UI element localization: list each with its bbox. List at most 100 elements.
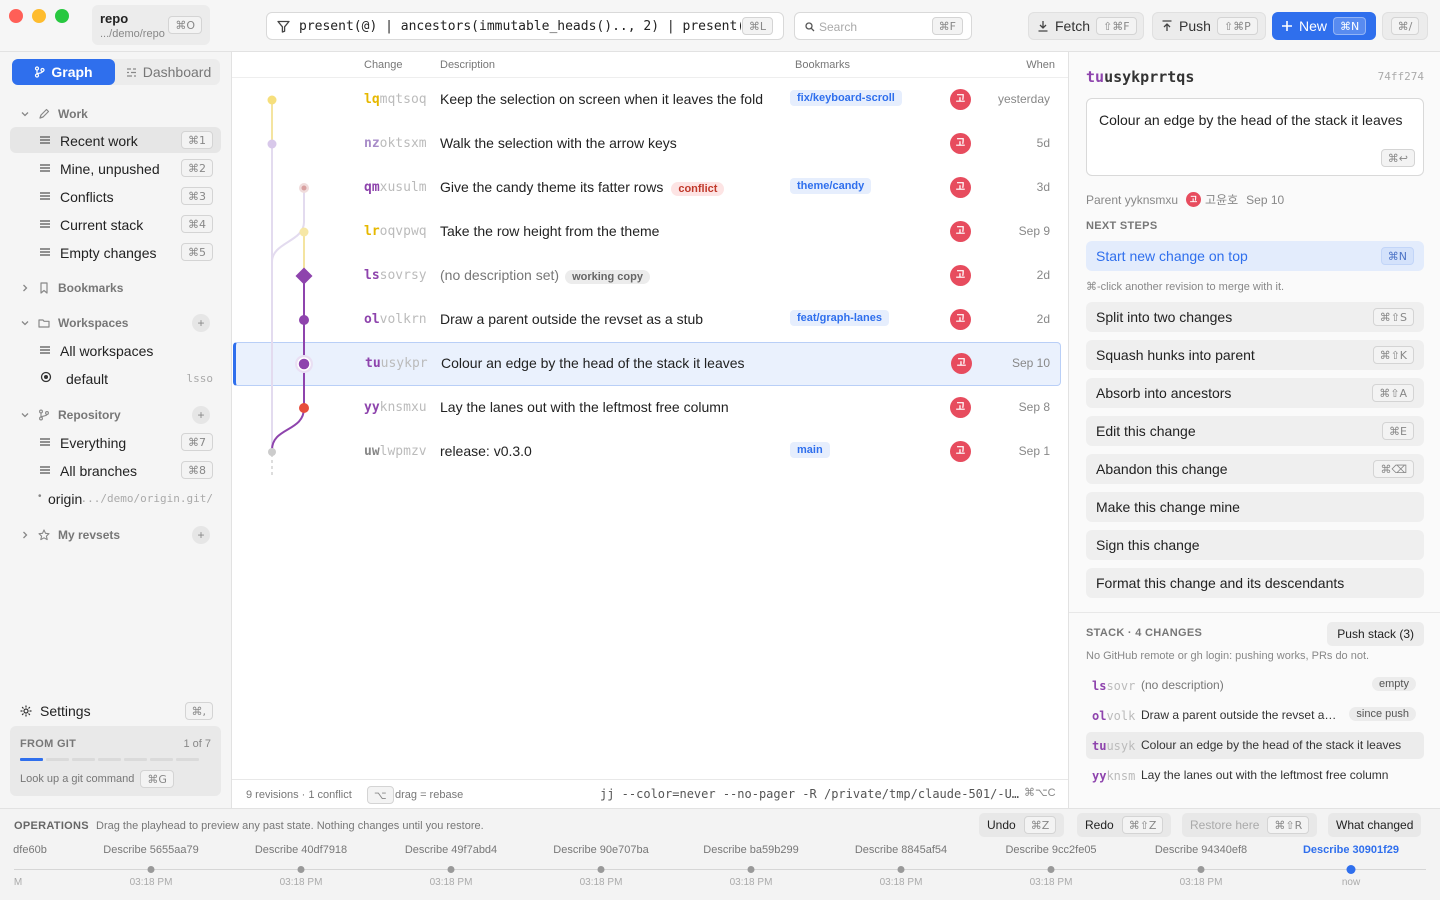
graph-node[interactable] (299, 227, 309, 237)
commit-hash[interactable]: 74ff274 (1378, 70, 1424, 83)
working-copy-node[interactable] (295, 267, 313, 285)
stack-item-selected[interactable]: tuusyk Colour an edge by the head of the… (1086, 732, 1424, 759)
sidebar-item-current-stack[interactable]: Current stack ⌘4 (10, 211, 221, 237)
timeline-operation-dot[interactable] (1197, 866, 1205, 873)
timeline-operation-dot[interactable] (147, 866, 155, 873)
start-new-change-button[interactable]: Start new change on top ⌘N (1086, 241, 1424, 271)
sidebar-item-empty-changes[interactable]: Empty changes ⌘5 (10, 239, 221, 265)
graph-node[interactable] (299, 315, 309, 325)
search-box[interactable]: ⌘F (794, 12, 972, 40)
timeline-operation-dot[interactable] (447, 866, 455, 873)
edit-change-button[interactable]: Edit this change ⌘E (1086, 416, 1424, 446)
description-editor[interactable]: Colour an edge by the head of the stack … (1086, 98, 1424, 176)
revision-row[interactable]: olvolkrn Draw a parent outside the revse… (232, 298, 1068, 342)
timeline-operation-label[interactable]: Describe 9cc2fe05 (1005, 844, 1096, 856)
timeline-operation-label[interactable]: Describe 49f7abd4 (405, 844, 497, 856)
section-workspaces[interactable]: Workspaces + (0, 312, 232, 334)
what-changed-button[interactable]: What changed (1328, 813, 1422, 837)
add-repository-button[interactable]: + (192, 406, 210, 424)
timeline-operation-label[interactable]: Describe 94340ef8 (1155, 844, 1247, 856)
tab-graph[interactable]: Graph (12, 59, 115, 85)
timeline-operation-label[interactable]: Describe ba59b299 (703, 844, 798, 856)
revision-row[interactable]: nzoktsxm Walk the selection with the arr… (232, 122, 1068, 166)
graph-node[interactable] (267, 95, 277, 105)
settings-button[interactable]: Settings ⌘, (10, 698, 221, 724)
stack-item[interactable]: olvolk Draw a parent outside the revset … (1086, 702, 1424, 729)
section-my-revsets[interactable]: My revsets + (0, 524, 232, 546)
sidebar-item-all-workspaces[interactable]: All workspaces (10, 337, 221, 363)
bookmark-badge[interactable]: main (790, 442, 830, 458)
timeline-operation-dot[interactable] (297, 866, 305, 873)
minimize-window-button[interactable] (32, 9, 46, 23)
timeline-operation-dot[interactable] (897, 866, 905, 873)
undo-button[interactable]: Undo ⌘Z (979, 813, 1065, 837)
timeline-operation-label[interactable]: Describe 90e707ba (553, 844, 648, 856)
sidebar-item-conflicts[interactable]: Conflicts ⌘3 (10, 183, 221, 209)
revision-row-working-copy[interactable]: lssovrsy (no description set) working cop… (232, 254, 1068, 298)
bookmark-badge[interactable]: fix/keyboard-scroll (790, 90, 902, 106)
graph-node[interactable] (268, 448, 276, 456)
push-stack-button[interactable]: Push stack (3) (1327, 622, 1424, 646)
timeline-operation-label[interactable]: Describe 40df7918 (255, 844, 347, 856)
close-window-button[interactable] (9, 9, 23, 23)
graph-node[interactable] (267, 139, 277, 149)
new-change-button[interactable]: New ⌘N (1272, 12, 1376, 40)
revision-row[interactable]: uwlwpmzv release: v0.3.0 main 고 Sep 1 (232, 430, 1068, 474)
zoom-window-button[interactable] (55, 9, 69, 23)
timeline-operation-dot[interactable] (597, 866, 605, 873)
repo-switcher[interactable]: repo .../demo/repo ⌘O (92, 5, 210, 45)
revision-row-selected[interactable]: tuusykpr Colour an edge by the head of t… (233, 342, 1061, 386)
push-button[interactable]: Push ⇧⌘P (1152, 12, 1266, 40)
bookmark-badge[interactable]: theme/candy (790, 178, 872, 194)
restore-here-button[interactable]: Restore here ⌘⇧R (1182, 813, 1318, 837)
timeline-operation-label[interactable]: dfe60b (13, 844, 47, 856)
revision-row[interactable]: lqmqtsoq Keep the selection on screen wh… (232, 78, 1068, 122)
format-change-button[interactable]: Format this change and its descendants (1086, 568, 1424, 598)
fetch-button[interactable]: Fetch ⇧⌘F (1028, 12, 1144, 40)
from-git-panel[interactable]: FROM GIT 1 of 7 Look up a git command ⌘G (10, 726, 221, 796)
timeline-operation-time: 03:18 PM (879, 877, 923, 888)
tab-dashboard[interactable]: Dashboard (117, 59, 220, 85)
revision-row[interactable]: lroqvpwq Take the row height from the th… (232, 210, 1068, 254)
sign-change-button[interactable]: Sign this change (1086, 530, 1424, 560)
revision-row[interactable]: qmxusulm Give the candy theme its fatter… (232, 166, 1068, 210)
search-input[interactable] (819, 18, 929, 36)
split-change-button[interactable]: Split into two changes ⌘⇧S (1086, 302, 1424, 332)
description-text[interactable]: Colour an edge by the head of the stack … (1099, 112, 1403, 128)
absorb-button[interactable]: Absorb into ancestors ⌘⇧A (1086, 378, 1424, 408)
revset-input[interactable]: present(@) | ancestors(immutable_heads()… (266, 12, 784, 40)
revset-query[interactable]: present(@) | ancestors(immutable_heads()… (299, 19, 741, 34)
copy-command-shortcut[interactable]: ⌘⌥C (1024, 786, 1056, 799)
sidebar-item-everything[interactable]: Everything ⌘7 (10, 429, 221, 455)
parent-link[interactable]: Parent yyknsmxu (1086, 193, 1178, 207)
graph-node[interactable] (299, 403, 309, 413)
sidebar-item-workspace-default[interactable]: default lsso (10, 365, 221, 391)
redo-button[interactable]: Redo ⌘⇧Z (1077, 813, 1172, 837)
operations-timeline[interactable]: dfe60b M Describe 5655aa79 03:18 PM Describe… (0, 837, 1440, 900)
timeline-operation-label[interactable]: Describe 30901f29 (1303, 844, 1399, 856)
last-command[interactable]: jj --color=never --no-pager -R /private/… (600, 787, 1020, 801)
timeline-operation-dot[interactable] (747, 866, 755, 873)
section-repository[interactable]: Repository + (0, 404, 232, 426)
timeline-operation-dot[interactable] (1047, 866, 1055, 873)
section-work[interactable]: Work (0, 103, 232, 125)
make-change-mine-button[interactable]: Make this change mine (1086, 492, 1424, 522)
stack-item[interactable]: yyknsm Lay the lanes out with the leftmo… (1086, 762, 1424, 789)
help-button[interactable]: ⌘/ (1382, 12, 1428, 40)
timeline-playhead[interactable] (1346, 865, 1356, 874)
squash-hunks-button[interactable]: Squash hunks into parent ⌘⇧K (1086, 340, 1424, 370)
stack-item[interactable]: lssovr (no description) empty (1086, 672, 1424, 699)
timeline-operation-label[interactable]: Describe 8845af54 (855, 844, 947, 856)
bookmark-badge[interactable]: feat/graph-lanes (790, 310, 889, 326)
sidebar-item-all-branches[interactable]: All branches ⌘8 (10, 457, 221, 483)
timeline-operation-label[interactable]: Describe 5655aa79 (103, 844, 198, 856)
sidebar-item-remote-origin[interactable]: • origin .../demo/origin.git/ (10, 485, 221, 511)
section-bookmarks[interactable]: Bookmarks (0, 277, 232, 299)
sidebar-item-recent-work[interactable]: Recent work ⌘1 (10, 127, 221, 153)
revision-row[interactable]: yyknsmxu Lay the lanes out with the left… (232, 386, 1068, 430)
abandon-change-button[interactable]: Abandon this change ⌘⌫ (1086, 454, 1424, 484)
add-revset-button[interactable]: + (192, 526, 210, 544)
sidebar-item-mine-unpushed[interactable]: Mine, unpushed ⌘2 (10, 155, 221, 181)
selected-graph-node[interactable] (297, 357, 311, 371)
add-workspace-button[interactable]: + (192, 314, 210, 332)
